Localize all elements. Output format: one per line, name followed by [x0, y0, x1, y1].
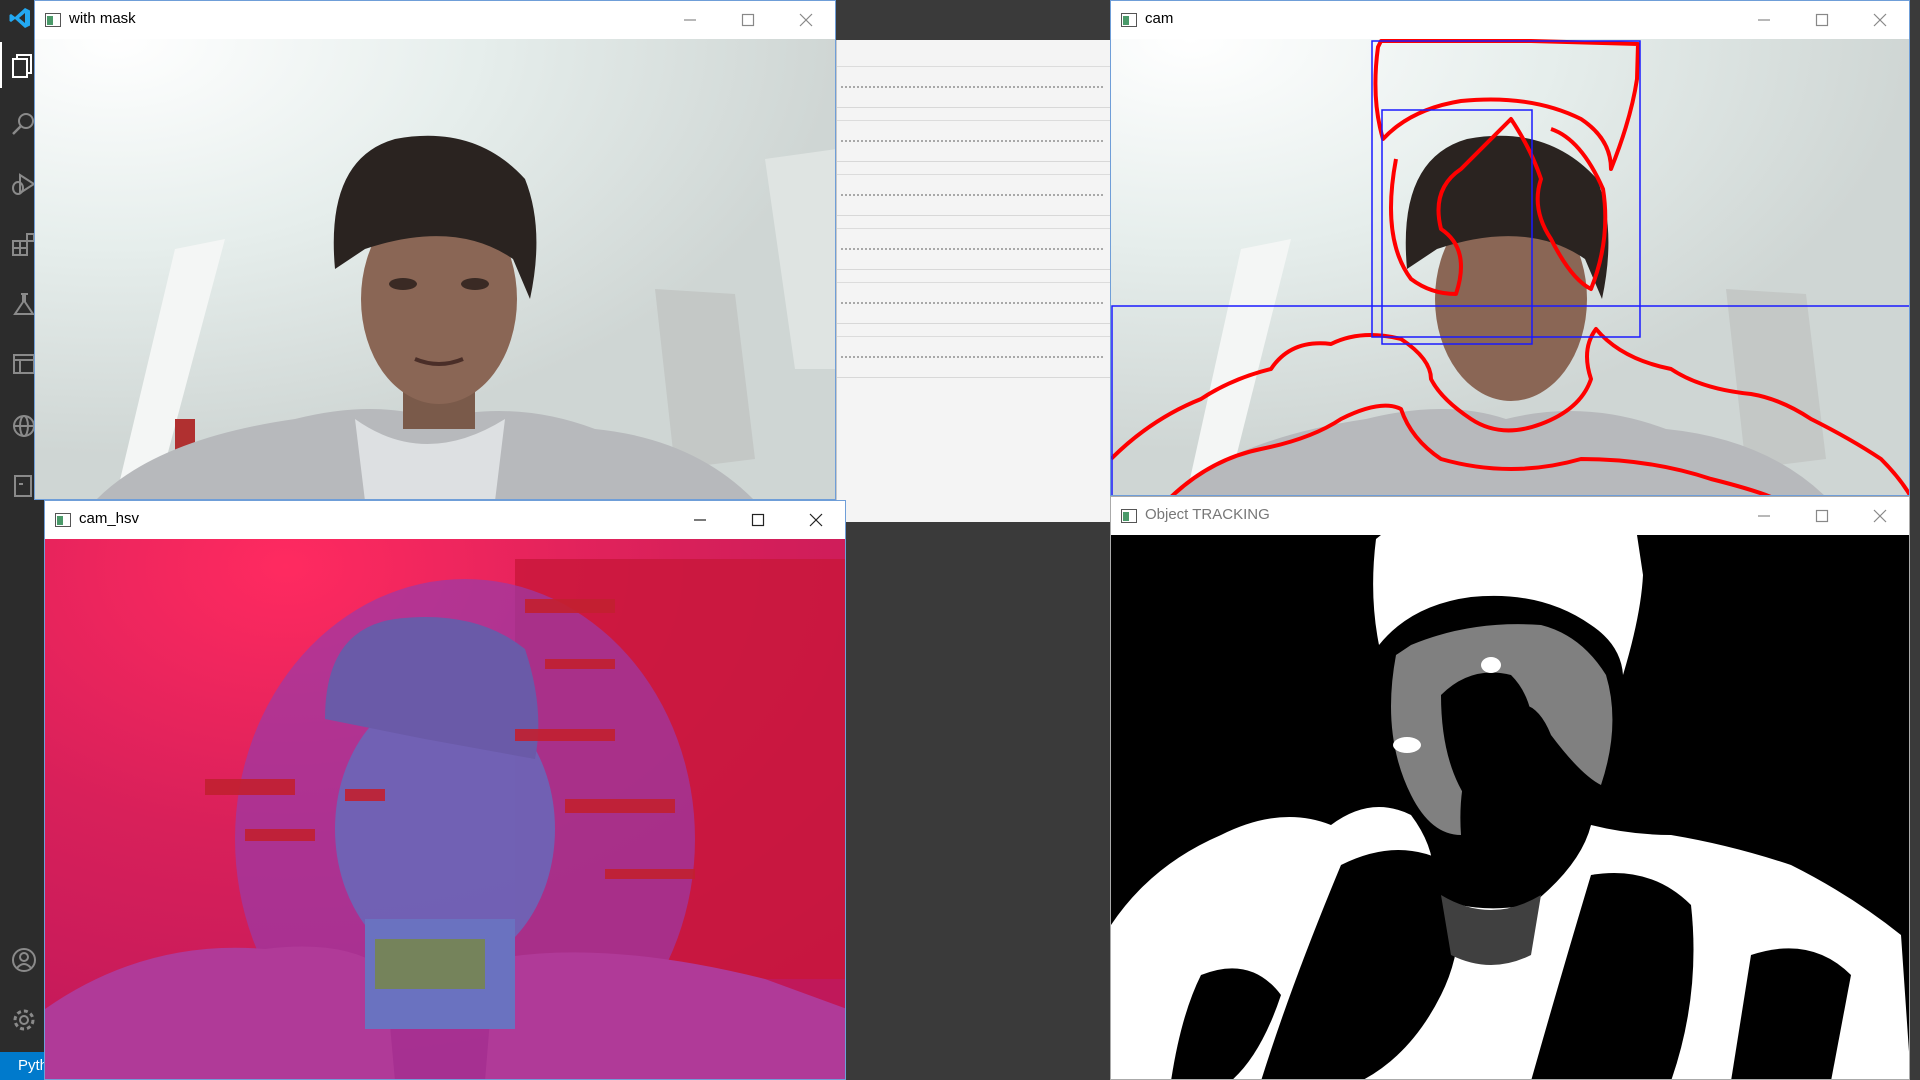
cam-hsv-window[interactable]: cam_hsv	[44, 500, 846, 1080]
window-title: cam	[1145, 10, 1174, 27]
window-title: with mask	[69, 10, 136, 27]
minimize-button[interactable]	[661, 1, 719, 39]
window-app-icon	[55, 513, 71, 527]
settings-gear-icon[interactable]	[10, 1006, 38, 1034]
close-button[interactable]	[1851, 497, 1909, 535]
window-app-icon	[1121, 13, 1137, 27]
vscode-logo-icon	[9, 8, 30, 28]
minimize-button[interactable]	[1735, 1, 1793, 39]
cam-window[interactable]: cam	[1110, 0, 1910, 496]
with-mask-frame	[35, 39, 835, 499]
object-tracking-mask-frame	[1111, 535, 1909, 1079]
window-app-icon	[45, 13, 61, 27]
maximize-button[interactable]	[729, 501, 787, 539]
cam-hsv-frame	[45, 539, 845, 1079]
editor-row	[837, 54, 1112, 108]
editor-row	[837, 162, 1112, 216]
object-tracking-window[interactable]: Object TRACKING	[1110, 496, 1910, 1080]
window-title: cam_hsv	[79, 510, 140, 527]
editor-row	[837, 270, 1112, 324]
title-bar[interactable]: Object TRACKING	[1111, 497, 1909, 535]
minimize-button[interactable]	[671, 501, 729, 539]
editor-row	[837, 216, 1112, 270]
account-icon[interactable]	[10, 946, 38, 974]
with-mask-window[interactable]: with mask	[34, 0, 836, 500]
title-bar[interactable]: with mask	[35, 1, 835, 39]
editor-row	[837, 324, 1112, 378]
window-title: Object TRACKING	[1145, 506, 1270, 523]
close-button[interactable]	[777, 1, 835, 39]
maximize-button[interactable]	[1793, 1, 1851, 39]
editor-row	[837, 108, 1112, 162]
minimize-button[interactable]	[1735, 497, 1793, 535]
background-editor-panel	[836, 40, 1112, 522]
window-app-icon	[1121, 509, 1137, 523]
title-bar[interactable]: cam	[1111, 1, 1909, 39]
close-button[interactable]	[1851, 1, 1909, 39]
close-button[interactable]	[787, 501, 845, 539]
maximize-button[interactable]	[1793, 497, 1851, 535]
maximize-button[interactable]	[719, 1, 777, 39]
active-item-indicator	[0, 42, 2, 88]
cam-frame	[1111, 39, 1909, 495]
title-bar[interactable]: cam_hsv	[45, 501, 845, 539]
